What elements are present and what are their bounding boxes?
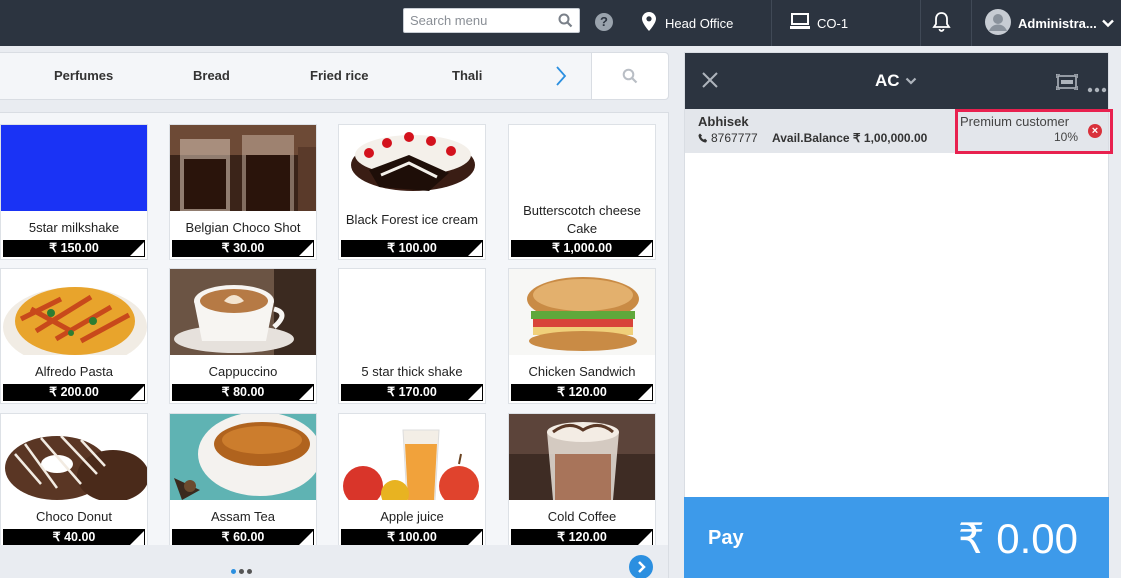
product-card[interactable]: Black Forest ice cream ₹ 100.00 <box>338 124 486 260</box>
notifications-button[interactable] <box>932 0 951 46</box>
terminal-icon <box>790 13 810 33</box>
sandwich-image <box>509 269 655 355</box>
customer-phone: 8767777 <box>698 131 758 145</box>
product-price: ₹ 80.00 <box>172 384 314 401</box>
product-price: ₹ 60.00 <box>172 529 314 546</box>
chevron-right-icon[interactable] <box>554 65 568 92</box>
avatar <box>985 8 1011 38</box>
product-price: ₹ 120.00 <box>511 384 653 401</box>
blue-placeholder <box>1 125 147 211</box>
product-price: ₹ 1,000.00 <box>511 240 653 257</box>
page-dot[interactable] <box>231 569 236 574</box>
product-price: ₹ 200.00 <box>3 384 145 401</box>
donut-image <box>1 414 147 500</box>
product-grid: 5star milkshake ₹ 150.00 Belgian Choco S… <box>0 112 669 578</box>
remove-customer-icon[interactable]: × <box>1088 124 1102 138</box>
category-thali[interactable]: Thali <box>452 68 482 83</box>
order-header: AC <box>685 53 1108 109</box>
product-card[interactable]: Belgian Choco Shot ₹ 30.00 <box>169 124 317 260</box>
search-box[interactable] <box>403 8 580 33</box>
product-card[interactable]: Alfredo Pasta ₹ 200.00 <box>0 268 148 404</box>
user-name: Administra... <box>1018 15 1097 31</box>
product-card[interactable]: Cold Coffee ₹ 120.00 <box>508 413 656 549</box>
product-price: ₹ 150.00 <box>3 240 145 257</box>
category-bread[interactable]: Bread <box>193 68 230 83</box>
counter-selector[interactable]: CO-1 <box>790 0 848 46</box>
customer-tier-badge: Premium customer 10% × <box>955 109 1113 154</box>
chevron-right-icon <box>638 561 646 573</box>
divider <box>920 0 921 46</box>
product-card[interactable]: Assam Tea ₹ 60.00 <box>169 413 317 549</box>
next-page-button[interactable] <box>629 555 653 578</box>
product-card[interactable]: Apple juice ₹ 100.00 <box>338 413 486 549</box>
search-icon[interactable] <box>558 13 573 33</box>
product-name: Black Forest ice cream <box>345 212 479 227</box>
bell-icon[interactable] <box>932 11 951 35</box>
product-card[interactable]: Chicken Sandwich ₹ 120.00 <box>508 268 656 404</box>
counter-label: CO-1 <box>817 15 849 31</box>
product-price: ₹ 100.00 <box>341 240 483 257</box>
product-price: ₹ 170.00 <box>341 384 483 401</box>
pasta-image <box>1 269 147 355</box>
phone-icon <box>698 133 708 143</box>
cappuccino-image <box>170 269 316 355</box>
product-name: Butterscotch cheese Cake <box>523 203 641 236</box>
blank-image <box>509 125 655 195</box>
keyboard-icon[interactable] <box>1055 73 1079 95</box>
product-card[interactable]: Cappuccino ₹ 80.00 <box>169 268 317 404</box>
close-icon[interactable] <box>701 71 719 94</box>
cold-coffee-image <box>509 414 655 500</box>
user-menu[interactable]: Administra... <box>985 0 1114 46</box>
page-dots <box>231 561 255 578</box>
customer-name: Abhisek <box>698 114 749 129</box>
category-bar: Perfumes Bread Fried rice Thali <box>0 52 669 100</box>
table-selector[interactable]: AC <box>875 71 917 91</box>
page-dot[interactable] <box>239 569 244 574</box>
chevron-down-icon <box>905 77 916 85</box>
search-icon <box>622 68 638 84</box>
total-amount: ₹ 0.00 <box>957 515 1078 562</box>
top-bar: ? Head Office CO-1 Administra... <box>0 0 1121 46</box>
product-card[interactable]: 5star milkshake ₹ 150.00 <box>0 124 148 260</box>
pagination <box>0 545 668 578</box>
product-price: ₹ 40.00 <box>3 529 145 546</box>
product-price: ₹ 120.00 <box>511 529 653 546</box>
category-search-button[interactable] <box>591 53 668 99</box>
product-card[interactable]: Butterscotch cheese Cake ₹ 1,000.00 <box>508 124 656 260</box>
more-options-icon[interactable] <box>1087 80 1107 98</box>
table-name: AC <box>875 71 900 90</box>
black-forest-image <box>339 125 485 195</box>
available-balance: Avail.Balance ₹ 1,00,000.00 <box>772 131 928 145</box>
location-selector[interactable]: Head Office <box>642 0 733 46</box>
choco-shot-image <box>170 125 316 211</box>
tea-image <box>170 414 316 500</box>
juice-image <box>339 414 485 500</box>
page-dot[interactable] <box>247 569 252 574</box>
chevron-down-icon <box>1101 16 1114 31</box>
location-label: Head Office <box>665 15 734 31</box>
pay-button[interactable]: Pay ₹ 0.00 <box>684 497 1109 578</box>
customer-info[interactable]: Abhisek 8767777 Avail.Balance ₹ 1,00,000… <box>685 109 1113 154</box>
product-price: ₹ 100.00 <box>341 529 483 546</box>
category-perfumes[interactable]: Perfumes <box>54 68 113 83</box>
search-input[interactable] <box>404 9 554 32</box>
product-card[interactable]: 5 star thick shake ₹ 170.00 <box>338 268 486 404</box>
product-card[interactable]: Choco Donut ₹ 40.00 <box>0 413 148 549</box>
blank-image <box>339 269 485 355</box>
pay-label: Pay <box>708 527 744 549</box>
help-icon[interactable]: ? <box>595 13 613 31</box>
phone-number: 8767777 <box>711 131 758 145</box>
product-price: ₹ 30.00 <box>172 240 314 257</box>
tier-name: Premium customer <box>960 114 1070 129</box>
divider <box>771 0 772 46</box>
tier-discount: 10% <box>1053 130 1078 144</box>
divider <box>971 0 972 46</box>
category-fried-rice[interactable]: Fried rice <box>310 68 369 83</box>
location-pin-icon <box>642 12 656 34</box>
